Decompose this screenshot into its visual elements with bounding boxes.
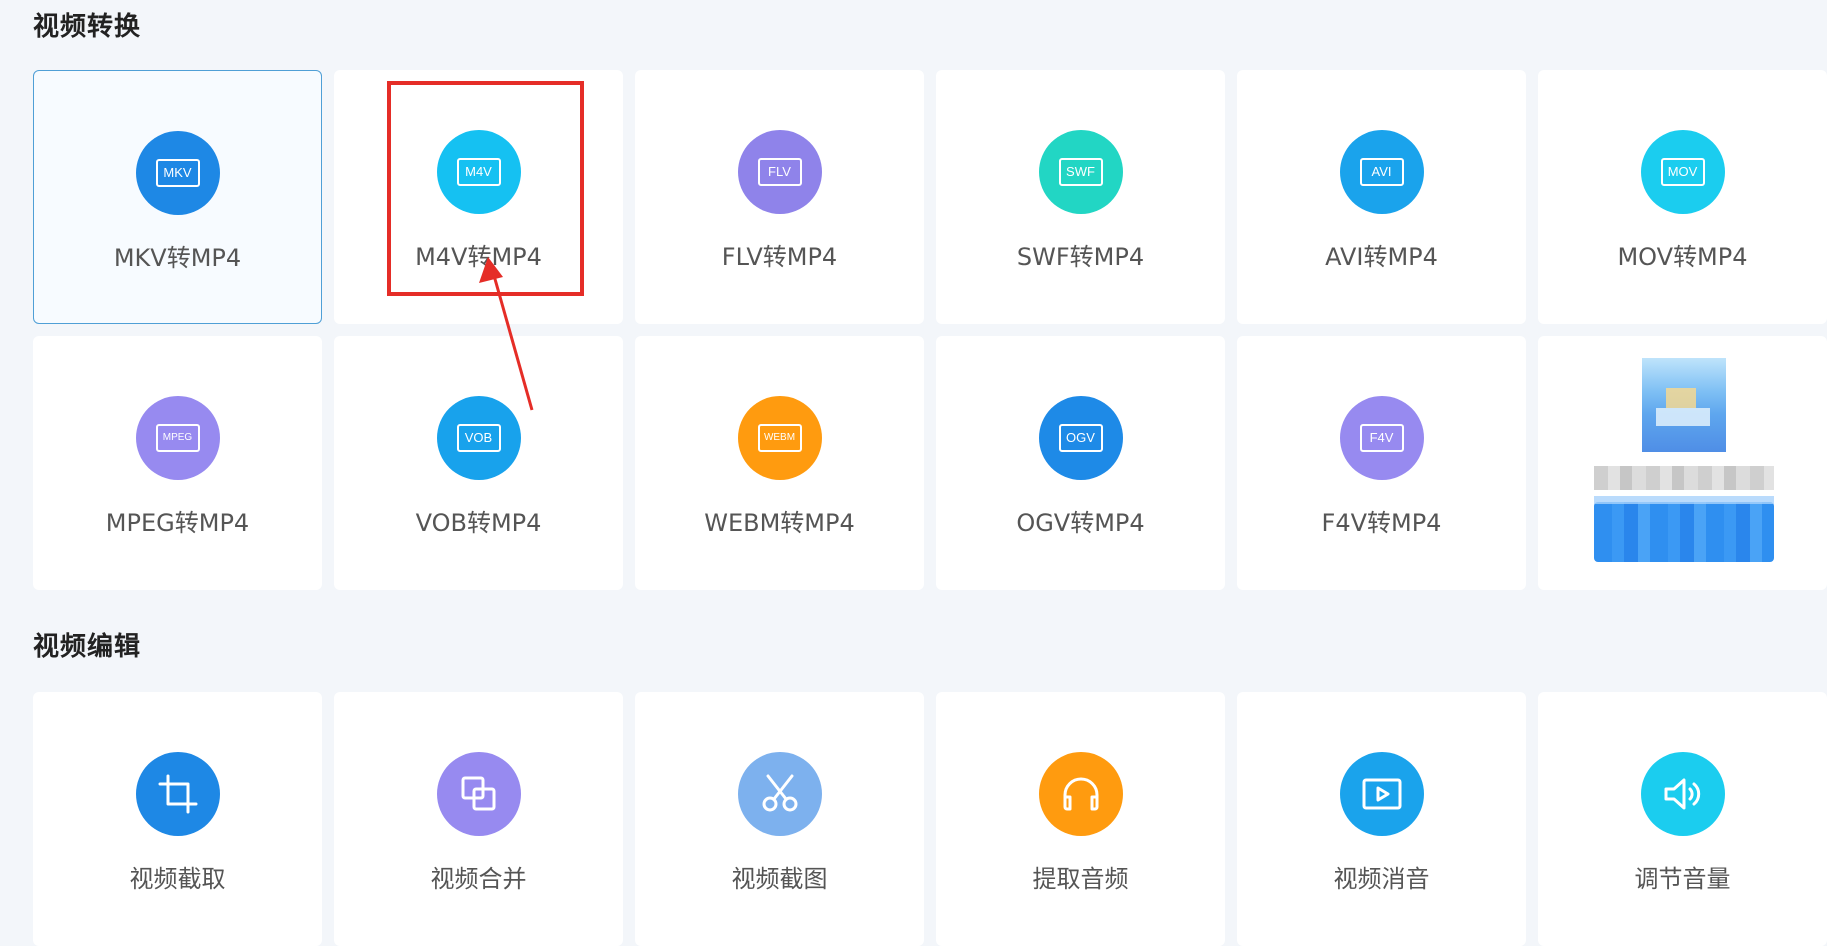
convert-card-label: MPEG转MP4 — [105, 509, 250, 537]
mov-icon: MOV — [1640, 130, 1725, 214]
crop-icon — [135, 752, 220, 836]
convert-card-label: MOV转MP4 — [1617, 243, 1748, 271]
avi-icon: AVI — [1339, 130, 1424, 214]
blurred-text — [1594, 466, 1774, 490]
convert-card-flv[interactable]: FLV FLV转MP4 — [635, 70, 924, 324]
convert-card-label: VOB转MP4 — [415, 509, 542, 537]
edit-card-crop[interactable]: 视频截取 — [33, 692, 322, 946]
edit-card-label: 视频消音 — [1333, 865, 1430, 893]
scissors-icon — [737, 752, 822, 836]
convert-grid: MKV MKV转MP4 M4V M4V转MP4 FLV FLV转MP4 SWF … — [33, 70, 1827, 590]
mpeg-icon: MPEG — [135, 396, 220, 480]
convert-card-label: FLV转MP4 — [721, 243, 838, 271]
convert-card-f4v[interactable]: F4V F4V转MP4 — [1237, 336, 1526, 590]
speaker-icon — [1640, 752, 1725, 836]
mkv-icon: MKV — [135, 131, 220, 215]
f4v-icon: F4V — [1339, 396, 1424, 480]
convert-card-webm[interactable]: WEBM WEBM转MP4 — [635, 336, 924, 590]
edit-card-extract-audio[interactable]: 提取音频 — [936, 692, 1225, 946]
headphones-icon — [1038, 752, 1123, 836]
edit-card-merge[interactable]: 视频合并 — [334, 692, 623, 946]
convert-card-label: F4V转MP4 — [1321, 509, 1442, 537]
edit-card-label: 提取音频 — [1032, 865, 1129, 893]
convert-card-label: WEBM转MP4 — [704, 509, 855, 537]
blurred-button — [1594, 502, 1774, 562]
convert-card-ogv[interactable]: OGV OGV转MP4 — [936, 336, 1225, 590]
edit-card-label: 调节音量 — [1634, 865, 1731, 893]
convert-card-vob[interactable]: VOB VOB转MP4 — [334, 336, 623, 590]
convert-section-title: 视频转换 — [33, 12, 142, 42]
edit-card-label: 视频截图 — [731, 865, 828, 893]
convert-card-mkv[interactable]: MKV MKV转MP4 — [33, 70, 322, 324]
m4v-icon: M4V — [436, 130, 521, 214]
convert-card-swf[interactable]: SWF SWF转MP4 — [936, 70, 1225, 324]
convert-card-mov[interactable]: MOV MOV转MP4 — [1538, 70, 1827, 324]
convert-card-label: SWF转MP4 — [1016, 243, 1145, 271]
convert-card-label: OGV转MP4 — [1016, 509, 1145, 537]
edit-card-mute[interactable]: 视频消音 — [1237, 692, 1526, 946]
convert-card-label: AVI转MP4 — [1325, 243, 1438, 271]
edit-section-title: 视频编辑 — [33, 632, 142, 662]
webm-icon: WEBM — [737, 396, 822, 480]
convert-card-m4v[interactable]: M4V M4V转MP4 — [334, 70, 623, 324]
convert-card-mpeg[interactable]: MPEG MPEG转MP4 — [33, 336, 322, 590]
merge-icon — [436, 752, 521, 836]
edit-card-label: 视频截取 — [129, 865, 226, 893]
play-screen-icon — [1339, 752, 1424, 836]
convert-card-label: MKV转MP4 — [113, 244, 242, 272]
edit-card-volume[interactable]: 调节音量 — [1538, 692, 1827, 946]
edit-card-snapshot[interactable]: 视频截图 — [635, 692, 924, 946]
convert-card-label: M4V转MP4 — [415, 243, 542, 271]
vob-icon: VOB — [436, 396, 521, 480]
edit-grid: 视频截取 视频合并 视频截图 提取音频 视频消音 调节音量 — [33, 692, 1827, 946]
ogv-icon: OGV — [1038, 396, 1123, 480]
flv-icon: FLV — [737, 130, 822, 214]
swf-icon: SWF — [1038, 130, 1123, 214]
convert-card-avi[interactable]: AVI AVI转MP4 — [1237, 70, 1526, 324]
edit-card-label: 视频合并 — [430, 865, 527, 893]
blurred-promo-card[interactable] — [1538, 336, 1827, 590]
